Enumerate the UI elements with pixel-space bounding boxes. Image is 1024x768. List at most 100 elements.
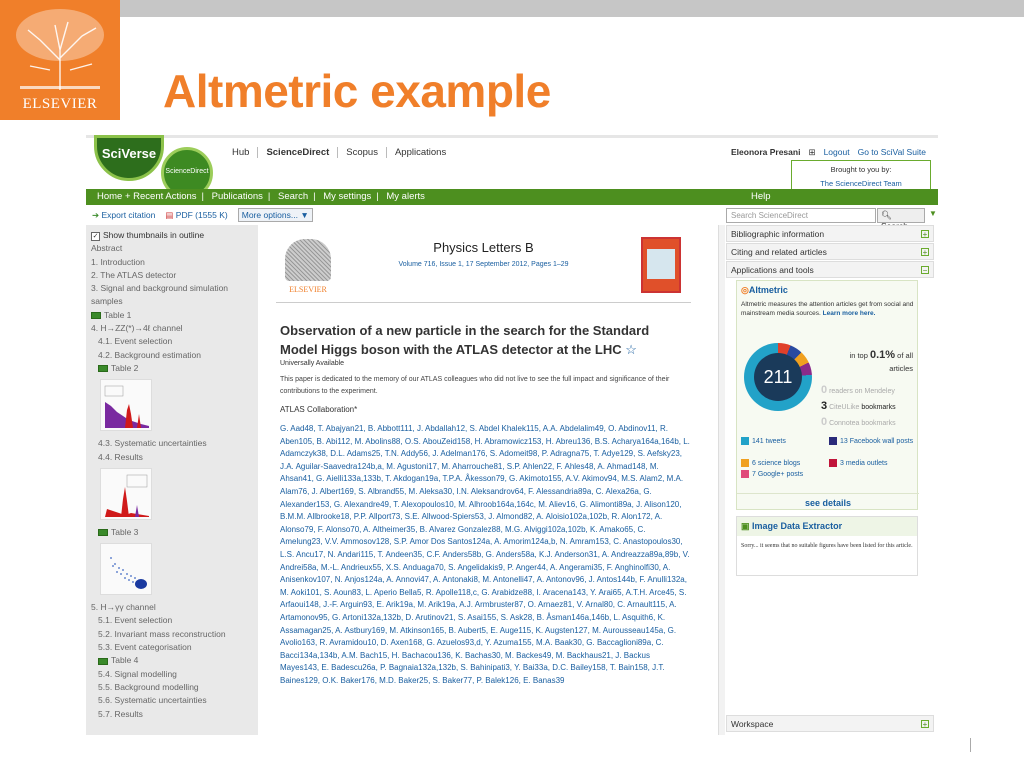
expand-icon[interactable]: +	[921, 248, 929, 257]
search-button[interactable]: 🔍︎ Search	[877, 208, 925, 231]
figure-thumbnail-1[interactable]	[100, 379, 152, 432]
pdf-button[interactable]: ▤ PDF (1555 K)	[165, 210, 227, 221]
histogram-thumbnail-icon	[104, 386, 149, 429]
figure-thumbnail-3[interactable]	[100, 543, 152, 596]
star-icon[interactable]: ☆	[625, 342, 637, 357]
outline-4-2[interactable]: 4.2. Background estimation	[86, 349, 258, 362]
citing-related-panel[interactable]: Citing and related articles +	[726, 243, 934, 260]
nav-publications[interactable]: Publications	[207, 191, 268, 202]
articles-label: articles	[889, 364, 913, 373]
altmetric-donut[interactable]: 211	[744, 343, 812, 411]
bibliographic-label: Bibliographic information	[731, 229, 825, 239]
nav-search[interactable]: Search	[273, 191, 313, 202]
outline-abstract[interactable]: Abstract	[86, 242, 258, 255]
outline-table-1[interactable]: Table 1	[86, 309, 258, 322]
search-expand-icon[interactable]: ▼	[929, 209, 937, 218]
more-options-button[interactable]: More options... ▼	[237, 208, 313, 222]
outline-4-3[interactable]: 4.3. Systematic uncertainties	[86, 437, 258, 450]
export-citation-button[interactable]: ➔ Export citation	[92, 210, 155, 221]
article-scrollbar[interactable]	[718, 225, 725, 735]
metric-facebook[interactable]: 13 Facebook wall posts	[829, 437, 917, 447]
outline-channel-5[interactable]: 5. H→γγ channel	[86, 601, 258, 614]
outline-atlas[interactable]: 2. The ATLAS detector	[86, 269, 258, 282]
in-top-label: in top	[849, 351, 868, 360]
altmetric-score: 211	[754, 353, 802, 401]
tree-icon	[16, 9, 104, 90]
outline-signal[interactable]: 3. Signal and background simulation	[86, 282, 258, 295]
outline-introduction[interactable]: 1. Introduction	[86, 256, 258, 269]
journal-title[interactable]: Physics Letters B	[276, 240, 691, 255]
show-thumbnails-label: Show thumbnails in outline	[103, 230, 205, 240]
scival-link[interactable]: Go to SciVal Suite	[858, 147, 926, 158]
image-data-extractor: ▣ Image Data Extractor Sorry... it seems…	[736, 516, 918, 576]
show-thumbnails-checkbox[interactable]: ✓ Show thumbnails in outline	[86, 229, 258, 242]
workspace-panel[interactable]: Workspace +	[726, 715, 934, 732]
pdf-icon: ▤	[165, 209, 174, 220]
learn-more-link[interactable]: Learn more here.	[823, 310, 876, 317]
outline-5-4[interactable]: 5.4. Signal modelling	[86, 668, 258, 681]
user-name[interactable]: Eleonora Presani	[731, 147, 800, 158]
nav-hub[interactable]: Hub	[224, 147, 257, 158]
image-extractor-title: ▣ Image Data Extractor	[737, 517, 917, 536]
table-icon	[98, 365, 108, 373]
bookmarks-label: bookmarks	[861, 404, 896, 411]
search-input[interactable]: Search ScienceDirect	[726, 208, 876, 223]
outline-5-6[interactable]: 5.6. Systematic uncertainties	[86, 694, 258, 707]
expand-icon[interactable]: +	[921, 720, 929, 729]
logo-word: ELSEVIER	[22, 96, 98, 112]
metric-google[interactable]: 7 Google+ posts	[741, 470, 803, 480]
sciverse-logo[interactable]: SciVerse	[94, 135, 164, 181]
right-sidebar: Bibliographic information + Citing and re…	[726, 225, 934, 735]
outline-samples[interactable]: samples	[86, 295, 258, 308]
scatter-thumbnail-icon	[110, 557, 147, 590]
connotea-label[interactable]: Connotea bookmarks	[829, 420, 896, 427]
mendeley-label[interactable]: readers on Mendeley	[829, 388, 895, 395]
article-title: Observation of a new particle in the sea…	[280, 321, 680, 359]
export-label: Export citation	[101, 209, 156, 220]
nav-home[interactable]: Home + Recent Actions	[92, 191, 202, 202]
user-expand-icon[interactable]: ⊞	[808, 147, 815, 158]
export-icon: ➔	[92, 209, 100, 220]
nav-help[interactable]: Help	[746, 189, 776, 205]
outline-4-1[interactable]: 4.1. Event selection	[86, 335, 258, 348]
brought-by-team[interactable]: The ScienceDirect Team	[792, 179, 930, 188]
table-icon	[98, 657, 108, 665]
article-title-text: Observation of a new particle in the sea…	[280, 323, 650, 357]
see-details-link[interactable]: see details	[737, 493, 919, 508]
figure-thumbnail-2[interactable]	[100, 467, 152, 520]
nav-alerts[interactable]: My alerts	[381, 191, 430, 202]
outline-5-7[interactable]: 5.7. Results	[86, 708, 258, 721]
top-nav: Hub ScienceDirect Scopus Applications	[224, 147, 454, 158]
outline-5-2[interactable]: 5.2. Invariant mass reconstruction	[86, 628, 258, 641]
nav-scopus[interactable]: Scopus	[337, 147, 386, 158]
nav-settings[interactable]: My settings	[318, 191, 376, 202]
metric-tweets[interactable]: 141 tweets	[741, 437, 786, 447]
collapse-icon[interactable]: −	[921, 266, 929, 275]
metric-blogs[interactable]: 6 science blogs	[741, 459, 800, 469]
outline-5-5[interactable]: 5.5. Background modelling	[86, 681, 258, 694]
author-list[interactable]: G. Aad48, T. Abajyan21, B. Abbott111, J.…	[280, 423, 690, 687]
facebook-swatch	[829, 437, 837, 446]
workspace-label: Workspace	[731, 719, 774, 729]
outline-table-4[interactable]: Table 4	[86, 654, 258, 667]
google-label: 7 Google+ posts	[752, 471, 804, 478]
outline-table-3[interactable]: Table 3	[86, 526, 258, 539]
outline-5-3[interactable]: 5.3. Event categorisation	[86, 641, 258, 654]
outline-4-4[interactable]: 4.4. Results	[86, 451, 258, 464]
journal-cover-image[interactable]	[641, 237, 681, 293]
applications-tools-panel[interactable]: Applications and tools −	[726, 261, 934, 278]
logout-link[interactable]: Logout	[824, 147, 850, 158]
outline-5-1[interactable]: 5.1. Event selection	[86, 614, 258, 627]
metric-media[interactable]: 3 media outlets	[829, 459, 887, 469]
nav-sciencedirect[interactable]: ScienceDirect	[257, 147, 337, 158]
citeulike-label[interactable]: CiteULike	[829, 404, 859, 411]
outline-channel-4[interactable]: 4. H→ZZ(*)→4ℓ channel	[86, 322, 258, 335]
journal-volume-link[interactable]: Volume 716, Issue 1, 17 September 2012, …	[276, 261, 691, 268]
image-icon: ▣	[741, 521, 750, 531]
nav-applications[interactable]: Applications	[385, 147, 454, 158]
outline-table-2[interactable]: Table 2	[86, 362, 258, 375]
bibliographic-info-panel[interactable]: Bibliographic information +	[726, 225, 934, 242]
user-bar: Eleonora Presani ⊞ Logout Go to SciVal S…	[731, 147, 926, 158]
expand-icon[interactable]: +	[921, 230, 929, 239]
top-band	[120, 0, 1024, 17]
